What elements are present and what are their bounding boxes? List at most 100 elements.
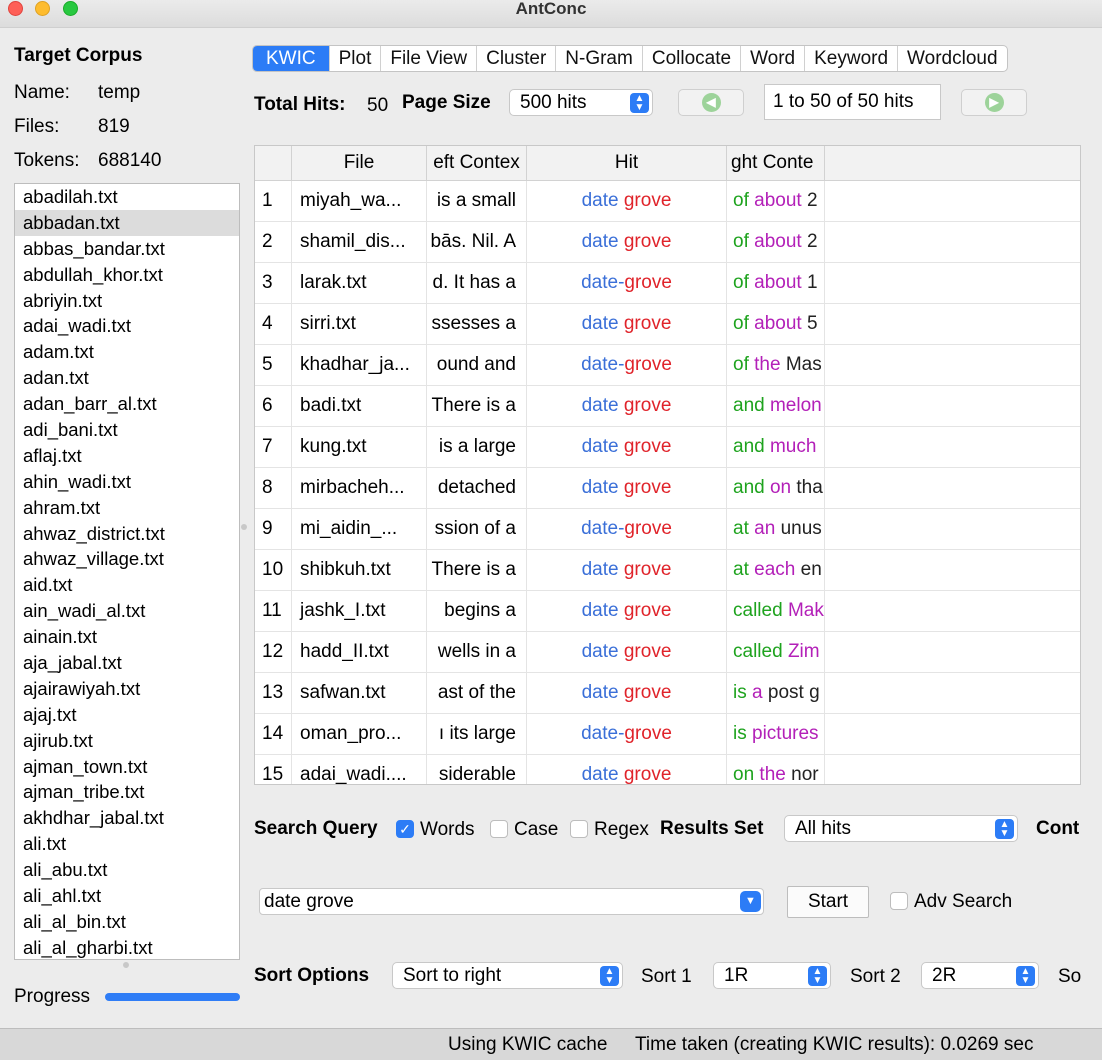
file-list-item[interactable]: ajman_town.txt xyxy=(15,754,239,780)
horizontal-splitter-handle[interactable] xyxy=(123,962,129,968)
chevron-down-icon[interactable]: ▼ xyxy=(740,891,761,912)
words-checkbox[interactable]: ✓ xyxy=(396,820,414,838)
file-list-item[interactable]: aja_jabal.txt xyxy=(15,650,239,676)
file-list-item[interactable]: adai_wadi.txt xyxy=(15,313,239,339)
tab-collocate[interactable]: Collocate xyxy=(643,46,742,71)
tab-cluster[interactable]: Cluster xyxy=(477,46,557,71)
tab-word[interactable]: Word xyxy=(741,46,806,71)
column-header-hit[interactable]: Hit xyxy=(527,146,727,181)
file-list-item[interactable]: ali_ahl.txt xyxy=(15,883,239,909)
table-row[interactable]: 6 badi.txt There is a date grove and melon xyxy=(255,386,1080,427)
hit-word-1: date xyxy=(581,559,619,580)
case-checkbox[interactable] xyxy=(490,820,508,838)
tab-n-gram[interactable]: N-Gram xyxy=(556,46,643,71)
progress-bar xyxy=(105,993,240,1001)
table-row[interactable]: 8 mirbacheh... detached date grove and on th… xyxy=(255,468,1080,509)
file-list-item[interactable]: adi_bani.txt xyxy=(15,417,239,443)
file-list-item[interactable]: ahin_wadi.txt xyxy=(15,469,239,495)
file-list-item[interactable]: ain_wadi_al.txt xyxy=(15,598,239,624)
file-list-item[interactable]: ahwaz_village.txt xyxy=(15,546,239,572)
column-header-index[interactable] xyxy=(255,146,292,181)
corpus-file-list[interactable]: abadilah.txt abbadan.txt abbas_bandar.txt a… xyxy=(14,183,240,960)
table-row[interactable]: 7 kung.txt is a large date grove and much xyxy=(255,427,1080,468)
kwic-results-table[interactable]: File eft Contex Hit ght Conte 1 miyah_wa.… xyxy=(254,145,1081,785)
hit-word-2: grove xyxy=(624,354,672,375)
table-row[interactable]: 11 jashk_I.txt begins a date grove called Ma… xyxy=(255,591,1080,632)
context-label: Cont xyxy=(1036,818,1080,839)
column-header-left-context[interactable]: eft Contex xyxy=(427,146,527,181)
table-row[interactable]: 9 mi_aidin_... ssion of a date-grove at an u… xyxy=(255,509,1080,550)
sort2-select[interactable]: 2R ▲ ▼ xyxy=(921,962,1039,989)
sort1-select[interactable]: 1R ▲ ▼ xyxy=(713,962,831,989)
next-page-button[interactable]: ▶ xyxy=(961,89,1027,116)
hit-word-2: grove xyxy=(623,395,672,416)
file-list-item[interactable]: abdullah_khor.txt xyxy=(15,262,239,288)
file-list-item[interactable]: ajman_tribe.txt xyxy=(15,779,239,805)
file-list-item[interactable]: ainain.txt xyxy=(15,624,239,650)
file-list-item[interactable]: ahwaz_district.txt xyxy=(15,521,239,547)
column-header-file[interactable]: File xyxy=(292,146,427,181)
file-list-item[interactable]: ajaj.txt xyxy=(15,702,239,728)
file-list-item[interactable]: abbadan.txt xyxy=(15,209,239,236)
right-word-3: 5 xyxy=(806,313,818,334)
table-row[interactable]: 14 oman_pro... ı its large date-grove is pic… xyxy=(255,714,1080,755)
chevron-updown-icon: ▲ ▼ xyxy=(630,92,649,113)
row-file: miyah_wa... xyxy=(292,181,427,222)
sort-mode-select[interactable]: Sort to right ▲ ▼ xyxy=(392,962,623,989)
vertical-splitter-handle[interactable] xyxy=(241,524,247,530)
file-list-item[interactable]: abadilah.txt xyxy=(15,184,239,210)
row-left-context: siderable xyxy=(427,755,527,784)
right-word-3: 2 xyxy=(806,190,818,211)
table-row[interactable]: 3 larak.txt d. It has a date-grove of about … xyxy=(255,263,1080,304)
left-context-text: ast of the xyxy=(437,682,516,703)
start-button[interactable]: Start xyxy=(787,886,869,918)
tab-plot[interactable]: Plot xyxy=(330,46,382,71)
row-hit: date grove xyxy=(527,468,727,509)
row-file: khadhar_ja... xyxy=(292,345,427,386)
file-list-item[interactable]: ali_al_bin.txt xyxy=(15,909,239,935)
file-list-item[interactable]: ahram.txt xyxy=(15,495,239,521)
tab-wordcloud[interactable]: Wordcloud xyxy=(898,46,1006,71)
file-list-item[interactable]: ajairawiyah.txt xyxy=(15,676,239,702)
table-row[interactable]: 12 hadd_II.txt wells in a date grove called … xyxy=(255,632,1080,673)
previous-page-button[interactable]: ◀ xyxy=(678,89,744,116)
file-list-item[interactable]: adan.txt xyxy=(15,365,239,391)
progress-label: Progress xyxy=(14,986,91,1007)
page-size-select[interactable]: 500 hits ▲ ▼ xyxy=(509,89,653,116)
row-index: 7 xyxy=(255,427,292,468)
file-list-item[interactable]: adam.txt xyxy=(15,339,239,365)
adv-search-checkbox[interactable] xyxy=(890,892,908,910)
row-left-context: begins a xyxy=(427,591,527,632)
search-query-input[interactable]: date grove ▼ xyxy=(259,888,764,915)
right-word-2: much xyxy=(769,436,817,457)
file-list-item[interactable]: aid.txt xyxy=(15,572,239,598)
column-header-right-context[interactable]: ght Conte xyxy=(727,146,825,181)
row-right-context: of about 2 xyxy=(727,222,825,263)
file-list-item[interactable]: ali_abu.txt xyxy=(15,857,239,883)
row-index: 9 xyxy=(255,509,292,550)
table-row[interactable]: 13 safwan.txt ast of the date grove is a pos… xyxy=(255,673,1080,714)
results-set-select[interactable]: All hits ▲ ▼ xyxy=(784,815,1018,842)
tab-file-view[interactable]: File View xyxy=(381,46,478,71)
table-row[interactable]: 5 khadhar_ja... ound and date-grove of the M… xyxy=(255,345,1080,386)
tab-keyword[interactable]: Keyword xyxy=(805,46,899,71)
table-row[interactable]: 2 shamil_dis... bās. Nil. Adate grove of ab… xyxy=(255,222,1080,263)
file-list-item[interactable]: ali.txt xyxy=(15,831,239,857)
table-row[interactable]: 15 adai_wadi.... siderable date grove on the… xyxy=(255,755,1080,784)
file-list-item[interactable]: abriyin.txt xyxy=(15,288,239,314)
title-bar: AntConc xyxy=(0,0,1102,28)
file-list-item[interactable]: ajirub.txt xyxy=(15,728,239,754)
row-index: 11 xyxy=(255,591,292,632)
table-row[interactable]: 4 sirri.txt ssesses a date grove of about 5 xyxy=(255,304,1080,345)
table-row[interactable]: 1 miyah_wa... is a small date grove of about… xyxy=(255,181,1080,222)
table-row[interactable]: 10 shibkuh.txt There is a date grove at each… xyxy=(255,550,1080,591)
corpus-tokens-label: Tokens: xyxy=(14,150,80,171)
file-list-item[interactable]: aflaj.txt xyxy=(15,443,239,469)
file-list-item[interactable]: adan_barr_al.txt xyxy=(15,391,239,417)
file-list-item[interactable]: abbas_bandar.txt xyxy=(15,236,239,262)
file-list-item[interactable]: ali_al_gharbi.txt xyxy=(15,935,239,959)
row-hit: date grove xyxy=(527,427,727,468)
file-list-item[interactable]: akhdhar_jabal.txt xyxy=(15,805,239,831)
tab-kwic[interactable]: KWIC xyxy=(253,46,330,71)
regex-checkbox[interactable] xyxy=(570,820,588,838)
